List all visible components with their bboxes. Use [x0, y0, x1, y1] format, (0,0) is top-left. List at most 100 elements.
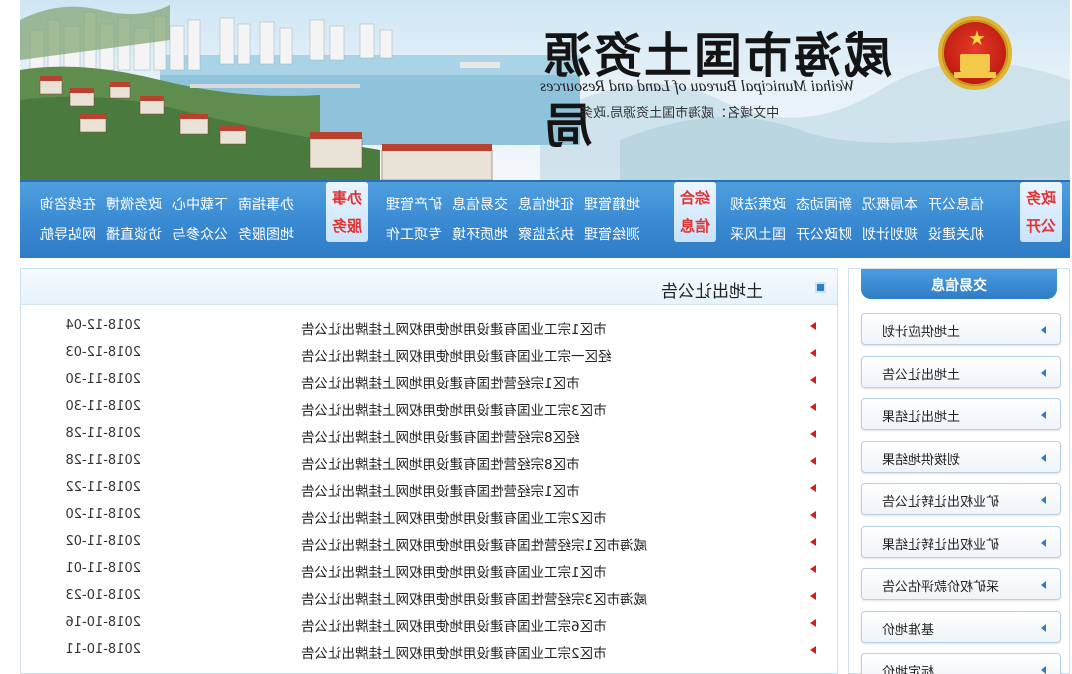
bullet-arrow-icon	[810, 403, 816, 411]
announcement-title-link[interactable]: 威海市区3宗经营性国有建设用地使用权网上挂牌出让公告	[301, 588, 796, 608]
list-item[interactable]: 威海市区3宗经营性国有建设用地使用权网上挂牌出让公告 2018-10-23	[21, 583, 837, 610]
announcement-title-link[interactable]: 市区1宗经营性国有建设用地网上挂牌出让公告	[301, 480, 796, 500]
sidebar-menu-label: 基准地价	[882, 622, 935, 638]
nav-item-info-open[interactable]: 信息公开	[928, 194, 984, 214]
sidebar-menu-item[interactable]: 矿业权出让转让结果	[861, 525, 1061, 558]
sidebar-menu-item[interactable]: 土地出让公告	[861, 355, 1061, 388]
nav-item-planning[interactable]: 规划计划	[862, 224, 918, 244]
menu-arrow-icon	[1041, 326, 1046, 334]
list-item[interactable]: 市区1宗工业国有建设用地使用权网上挂牌出让公告 2018-11-01	[21, 556, 837, 583]
announcement-date: 2018-11-28	[65, 426, 141, 441]
nav-item-overview[interactable]: 本局概况	[862, 194, 918, 214]
nav-item-download[interactable]: 下载中心	[172, 194, 228, 214]
sidebar-menu-item[interactable]: 标定地价	[861, 653, 1061, 674]
announcement-title-link[interactable]: 威海市区1宗经营性国有建设用地使用权网上挂牌出让公告	[301, 534, 796, 554]
announcement-title-link[interactable]: 市区8宗经营性国有建设用地网上挂牌出让公告	[301, 453, 796, 473]
sidebar-menu-label: 土地出让公告	[882, 367, 961, 383]
nav-item-news[interactable]: 新闻动态	[796, 194, 852, 214]
nav-item-enforcement[interactable]: 执法监察	[518, 224, 574, 244]
bullet-arrow-icon	[810, 484, 816, 492]
sidebar: 交易信息 土地供应计划 土地出让公告 土地出让结果 划拨供地结果 矿业权出让转让公告 矿业…	[848, 268, 1070, 674]
list-item[interactable]: 市区6宗工业国有建设用地使用权网上挂牌出让公告 2018-10-16	[21, 610, 837, 637]
sidebar-menu-label: 采矿权价款评估公告	[882, 580, 1000, 595]
nav-badge-gov-affairs[interactable]: 政务 公开	[1020, 182, 1062, 242]
menu-arrow-icon	[1041, 538, 1046, 547]
nav-item-survey[interactable]: 测绘管理	[584, 224, 640, 244]
nav-item-organ[interactable]: 机关建设	[928, 224, 984, 244]
nav-item-guide[interactable]: 办事指南	[238, 194, 294, 214]
nav-item-style[interactable]: 国土风采	[730, 224, 786, 244]
announcement-date: 2018-11-01	[65, 561, 141, 576]
site-banner: ★ 威海市国土资源局 Weihai Municipal Bureau of La…	[20, 0, 1070, 180]
list-item[interactable]: 市区2宗工业国有建设用地使用权网上挂牌出让公告 2018-11-20	[21, 502, 837, 529]
announcement-panel: 土地出让公告 市区1宗工业国有建设用地使用权网上挂牌出让公告 2018-12-04…	[20, 268, 838, 674]
announcement-date: 2018-10-11	[65, 642, 141, 657]
nav-item-finance[interactable]: 财政公开	[796, 224, 852, 244]
nav-item-public[interactable]: 公众参与	[172, 224, 228, 244]
nav-service-row-1: 在线咨询 政务微博 下载中心 办事指南	[40, 194, 294, 214]
nav-item-policy[interactable]: 政策法规	[730, 194, 786, 214]
nav-item-cadastre[interactable]: 地籍管理	[584, 194, 640, 214]
announcement-date: 2018-11-20	[65, 507, 141, 522]
nav-item-trade[interactable]: 交易信息	[452, 194, 508, 214]
nav-item-consult[interactable]: 在线咨询	[40, 194, 96, 214]
chinese-domain-label: 中文域名：威海市国土资源局.政务	[580, 106, 780, 121]
list-item[interactable]: 经区一宗工业国有建设用地使用权网上挂牌出让公告 2018-12-03	[21, 340, 837, 367]
announcement-date: 2018-11-30	[65, 399, 141, 414]
list-item[interactable]: 市区1宗经营性国有建设用地网上挂牌出让公告 2018-11-22	[21, 475, 837, 502]
list-item[interactable]: 威海市区1宗经营性国有建设用地使用权网上挂牌出让公告 2018-11-02	[21, 529, 837, 556]
list-item[interactable]: 市区8宗经营性国有建设用地网上挂牌出让公告 2018-11-28	[21, 448, 837, 475]
bullet-arrow-icon	[810, 322, 816, 330]
announcement-title-link[interactable]: 经区8宗经营性国有建设用地网上挂牌出让公告	[301, 426, 796, 446]
nav-item-geo-env[interactable]: 地质环境	[452, 224, 508, 244]
nav-item-mineral[interactable]: 矿产管理	[386, 194, 442, 214]
menu-arrow-icon	[1041, 581, 1046, 589]
nav-item-map[interactable]: 地图服务	[238, 224, 294, 244]
nav-item-weibo[interactable]: 政务微博	[106, 194, 162, 214]
menu-arrow-icon	[1041, 496, 1046, 504]
nav-item-live[interactable]: 访谈直播	[106, 224, 162, 244]
sidebar-menu-item[interactable]: 基准地价	[861, 610, 1061, 643]
announcement-title-link[interactable]: 市区1宗工业国有建设用地使用权网上挂牌出让公告	[301, 318, 796, 338]
sidebar-menu-item[interactable]: 采矿权价款评估公告	[861, 568, 1061, 600]
bullet-arrow-icon	[810, 592, 816, 600]
list-item[interactable]: 市区1宗经营性国有建设用地网上挂牌出让公告 2018-11-30	[21, 367, 837, 394]
list-item[interactable]: 市区1宗工业国有建设用地使用权网上挂牌出让公告 2018-12-04	[21, 313, 837, 340]
sidebar-menu-item[interactable]: 划拨供地结果	[861, 440, 1061, 473]
list-item[interactable]: 市区3宗工业国有建设用地使用权网上挂牌出让公告 2018-11-30	[21, 394, 837, 421]
sidebar-menu-label: 矿业权出让转让结果	[882, 537, 1000, 553]
menu-arrow-icon	[1041, 666, 1046, 674]
announcement-title-link[interactable]: 市区2宗工业国有建设用地使用权网上挂牌出让公告	[301, 642, 796, 662]
national-emblem-icon: ★	[938, 16, 1012, 90]
announcement-title-link[interactable]: 市区2宗工业国有建设用地使用权网上挂牌出让公告	[301, 507, 796, 527]
nav-item-land-acq[interactable]: 征地信息	[518, 194, 574, 214]
main-navigation: 政务 公开 政策法规 新闻动态 本局概况 信息公开 国土风采 财政公开 规划计划…	[20, 180, 1070, 258]
sidebar-menu: 土地供应计划土地出让公告土地出让结果 划拨供地结果 矿业权出让转让公告矿业权出让转让…	[861, 313, 1061, 674]
announcement-title-link[interactable]: 市区1宗工业国有建设用地使用权网上挂牌出让公告	[301, 561, 796, 581]
announcement-title-link[interactable]: 市区1宗经营性国有建设用地网上挂牌出让公告	[301, 372, 796, 392]
nav-badge-general-info[interactable]: 综合 信息	[674, 182, 716, 242]
nav-badge-service[interactable]: 办事 服务	[326, 182, 368, 242]
nav-item-special[interactable]: 专项工作	[386, 224, 442, 244]
list-item[interactable]: 经区8宗经营性国有建设用地网上挂牌出让公告 2018-11-28	[21, 421, 837, 448]
nav-item-sitemap[interactable]: 网站导航	[40, 224, 96, 244]
bullet-arrow-icon	[810, 349, 816, 357]
bullet-arrow-icon	[810, 511, 816, 519]
announcement-title-link[interactable]: 市区3宗工业国有建设用地使用权网上挂牌出让公告	[301, 399, 796, 419]
sidebar-menu-item[interactable]: 矿业权出让转让公告	[861, 483, 1061, 515]
announcement-title-link[interactable]: 市区6宗工业国有建设用地使用权网上挂牌出让公告	[301, 615, 796, 635]
list-item[interactable]: 市区2宗工业国有建设用地使用权网上挂牌出让公告 2018-10-11	[21, 637, 837, 664]
announcement-title-link[interactable]: 经区一宗工业国有建设用地使用权网上挂牌出让公告	[301, 345, 796, 365]
announcement-list: 市区1宗工业国有建设用地使用权网上挂牌出让公告 2018-12-04 经区一宗工业国…	[21, 313, 837, 664]
sidebar-menu-label: 标定地价	[882, 665, 935, 674]
announcement-date: 2018-10-16	[65, 615, 141, 630]
announcement-date: 2018-11-02	[65, 534, 141, 549]
panel-header: 土地出让公告	[21, 269, 837, 305]
bullet-arrow-icon	[810, 376, 816, 384]
sidebar-menu-item[interactable]: 土地出让结果	[861, 398, 1061, 430]
sidebar-menu-item[interactable]: 土地供应计划	[861, 313, 1061, 345]
announcement-date: 2018-11-30	[65, 372, 141, 387]
nav-gov-row-1: 政策法规 新闻动态 本局概况 信息公开	[730, 194, 984, 214]
menu-arrow-icon	[1041, 623, 1046, 632]
menu-arrow-icon	[1041, 411, 1046, 419]
